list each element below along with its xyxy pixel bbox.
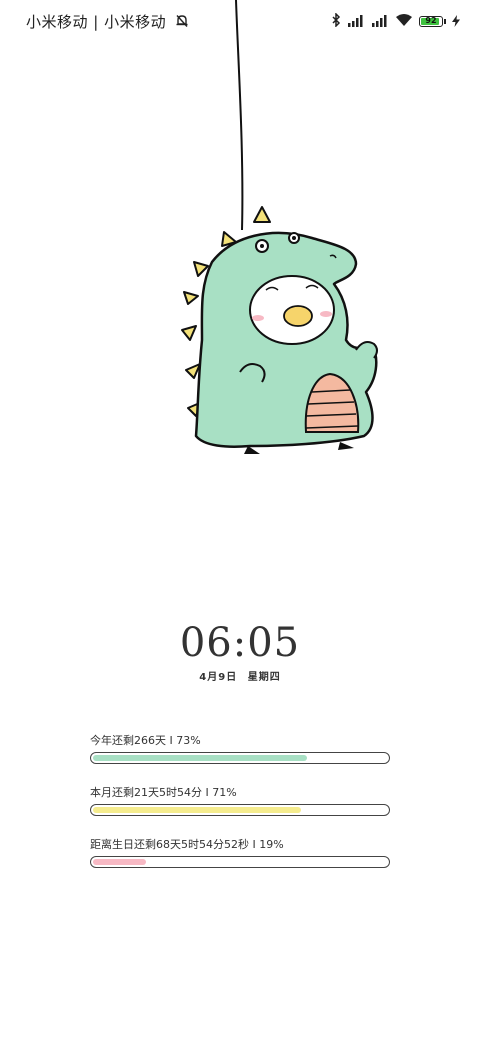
- battery-icon: 92: [419, 16, 446, 27]
- month-progress: 本月还剩21天5时54分 I 71%: [90, 784, 390, 816]
- status-bar: 小米移动 | 小米移动 92: [0, 0, 480, 40]
- year-progress-track: [90, 752, 390, 764]
- weekday-text: 星期四: [247, 672, 281, 683]
- birthday-progress: 距离生日还剩68天5时54分52秒 I 19%: [90, 836, 390, 868]
- month-progress-label: 本月还剩21天5时54分 I 71%: [90, 786, 237, 799]
- date-text: 4月9日: [199, 672, 238, 683]
- signal-icon: [347, 12, 365, 31]
- carrier-name: 小米移动 | 小米移动: [26, 11, 189, 32]
- year-progress: 今年还剩266天 I 73%: [90, 732, 390, 764]
- wallpaper-illustration: [181, 0, 378, 454]
- birthday-progress-label: 距离生日还剩68天5时54分52秒 I 19%: [90, 838, 284, 851]
- birthday-progress-track: [90, 856, 390, 868]
- month-progress-track: [90, 804, 390, 816]
- wifi-icon: [395, 12, 413, 31]
- bluetooth-icon: [331, 12, 341, 31]
- month-progress-fill: [93, 807, 301, 813]
- dino-beak: [283, 305, 313, 327]
- year-progress-fill: [93, 755, 307, 761]
- charging-icon: [452, 12, 460, 31]
- birthday-progress-fill: [93, 859, 146, 865]
- lockscreen-date: 4月9日 星期四: [0, 668, 480, 683]
- lockscreen-clock: 06:05: [179, 620, 301, 666]
- bell-muted-icon: [175, 14, 189, 32]
- year-progress-label: 今年还剩266天 I 73%: [90, 734, 201, 747]
- status-icons: 92: [331, 12, 460, 31]
- signal-icon: [371, 12, 389, 31]
